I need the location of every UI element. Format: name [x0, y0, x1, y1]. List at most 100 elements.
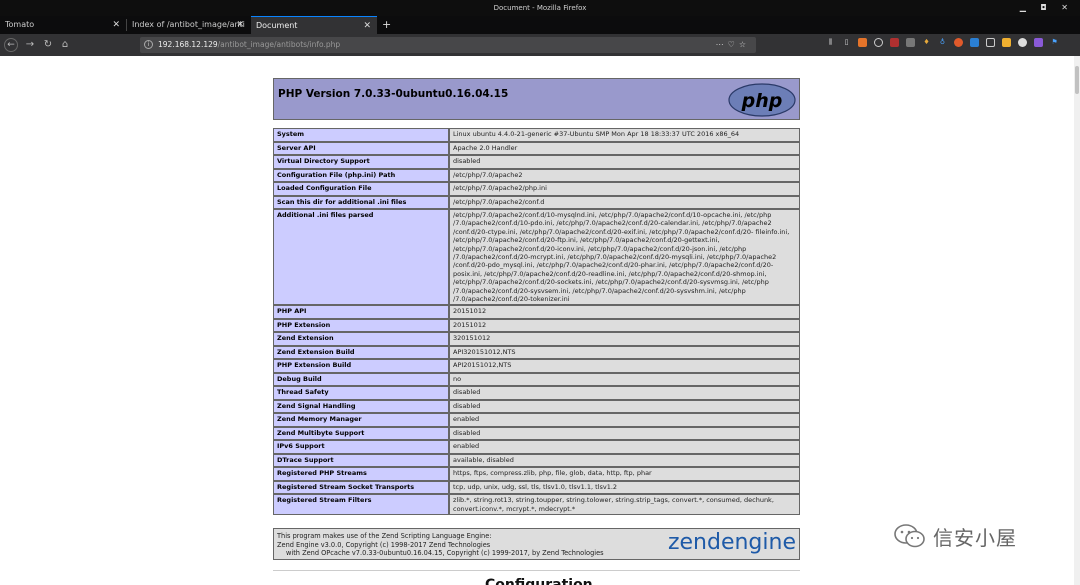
row-value: https, ftps, compress.zlib, php, file, g… — [449, 467, 800, 481]
table-row: Scan this dir for additional .ini files /… — [273, 195, 800, 209]
url-bar[interactable]: i 192.168.12.129/antibot_image/antibots/… — [140, 37, 756, 53]
table-row: Virtual Directory Support disabled — [273, 155, 800, 169]
zend-footer: This program makes use of the Zend Scrip… — [273, 528, 800, 560]
row-key: System — [273, 128, 449, 142]
extension-icon[interactable]: ♁ — [938, 38, 947, 47]
table-row: Server API Apache 2.0 Handler — [273, 141, 800, 155]
url-text[interactable]: 192.168.12.129/antibot_image/antibots/in… — [158, 37, 340, 53]
tab-index[interactable]: Index of /antibot_image/anti ✕ — [127, 16, 250, 34]
row-value: available, disabled — [449, 453, 800, 468]
row-value: /etc/php/7.0/apache2/conf.d — [449, 195, 800, 209]
tab-label: Index of /antibot_image/anti — [132, 20, 245, 29]
row-value: Apache 2.0 Handler — [449, 141, 800, 155]
zend-credit-line: with Zend OPcache v7.0.33-0ubuntu0.16.04… — [286, 549, 604, 558]
row-value: /etc/php/7.0/apache2/conf.d/10-mysqlnd.i… — [449, 209, 800, 306]
extension-icon[interactable]: ⚑ — [1050, 38, 1059, 47]
row-value: disabled — [449, 155, 800, 169]
watermark: 信安小屋 — [893, 520, 1017, 552]
table-row: Configuration File (php.ini) Path/etc/ph… — [273, 168, 800, 182]
zend-credits: This program makes use of the Zend Scrip… — [277, 532, 604, 558]
vertical-scrollbar[interactable] — [1074, 56, 1080, 585]
zend-credit-line: This program makes use of the Zend Scrip… — [277, 532, 492, 540]
extension-icon[interactable] — [874, 38, 883, 47]
tab-strip: Tomato ✕ Index of /antibot_image/anti ✕ … — [0, 16, 1080, 34]
extension-icon[interactable] — [986, 38, 995, 47]
tab-label: Tomato — [5, 20, 35, 29]
row-key: Zend Memory Manager — [273, 413, 449, 427]
row-key: PHP Extension Build — [273, 359, 449, 373]
zend-credit-line: Zend Engine v3.0.0, Copyright (c) 1998-2… — [277, 540, 491, 549]
row-value: API20151012,NTS — [449, 359, 800, 373]
back-arrow-icon[interactable]: ← — [4, 38, 18, 52]
row-key: Zend Extension Build — [273, 345, 449, 360]
table-row: Thread Safety disabled — [273, 386, 800, 400]
extension-icon[interactable] — [1034, 38, 1043, 47]
window-titlebar: Document - Mozilla Firefox ▁ ◘ ✕ — [0, 0, 1080, 16]
table-row: PHP API 20151012 — [273, 305, 800, 319]
extension-icon[interactable]: ♦ — [922, 38, 931, 47]
forward-arrow-icon[interactable]: → — [22, 37, 38, 53]
table-row: Zend Extension Build API320151012,NTS — [273, 345, 800, 360]
row-value: disabled — [449, 386, 800, 400]
table-row: Loaded Configuration File/etc/php/7.0/ap… — [273, 182, 800, 196]
sidebar-icon[interactable]: ▯ — [842, 38, 851, 47]
window-controls[interactable]: ▁ ◘ ✕ — [1020, 0, 1074, 16]
table-row: System Linux ubuntu 4.4.0-21-generic #37-… — [273, 128, 800, 142]
row-key: Zend Multibyte Support — [273, 426, 449, 441]
wechat-icon — [894, 524, 925, 548]
row-key: Server API — [273, 141, 449, 155]
reload-icon[interactable]: ↻ — [40, 37, 56, 53]
table-row: PHP Extension 20151012 — [273, 318, 800, 333]
info-icon[interactable]: i — [144, 40, 153, 49]
zend-engine-logo: zendengine — [667, 530, 796, 555]
row-value: /etc/php/7.0/apache2/php.ini — [449, 182, 800, 196]
table-row: PHP Extension Build API20151012,NTS — [273, 359, 800, 373]
toolbar-icons: ⫼ ▯ ♦ ♁ ⚑ — [826, 38, 1059, 52]
home-icon[interactable]: ⌂ — [57, 37, 73, 53]
close-tab-icon[interactable]: ✕ — [236, 16, 244, 34]
row-key: Registered PHP Streams — [273, 467, 449, 481]
watermark-text: 信安小屋 — [933, 525, 1017, 550]
row-key: PHP Extension — [273, 318, 449, 333]
tab-label: Document — [256, 21, 298, 30]
close-tab-icon[interactable]: ✕ — [363, 17, 371, 34]
table-row: Debug Build no — [273, 372, 800, 387]
table-row: Zend Extension 320151012 — [273, 332, 800, 346]
row-key: Registered Stream Filters — [273, 494, 449, 516]
library-icon[interactable]: ⫼ — [826, 38, 835, 47]
table-row: IPv6 Support enabled — [273, 440, 800, 454]
table-row: Zend Signal Handling disabled — [273, 399, 800, 414]
table-row: Registered Stream Filters zlib.*, string.… — [273, 494, 800, 516]
row-value: no — [449, 372, 800, 387]
tab-document[interactable]: Document ✕ — [251, 16, 377, 34]
row-key: Configuration File (php.ini) Path — [273, 168, 449, 182]
tab-tomato[interactable]: Tomato ✕ — [0, 16, 126, 34]
row-value: disabled — [449, 426, 800, 441]
extension-icon[interactable] — [1018, 38, 1027, 47]
extension-icon[interactable] — [890, 38, 899, 47]
row-value: enabled — [449, 440, 800, 454]
svg-text:php: php — [741, 90, 783, 112]
row-value: 320151012 — [449, 332, 800, 346]
page-content: PHP Version 7.0.33-0ubuntu0.16.04.15 php… — [0, 56, 1074, 585]
info-table: System Linux ubuntu 4.4.0-21-generic #37-… — [273, 128, 800, 516]
row-key: Additional .ini files parsed — [273, 209, 449, 306]
row-value: tcp, udp, unix, udg, ssl, tls, tlsv1.0, … — [449, 480, 800, 495]
extension-icon[interactable] — [906, 38, 915, 47]
row-value: 20151012 — [449, 318, 800, 333]
row-key: Debug Build — [273, 372, 449, 387]
page-actions-icons[interactable]: ⋯♡☆ — [716, 37, 750, 53]
extension-icon[interactable] — [954, 38, 963, 47]
table-row: DTrace Support available, disabled — [273, 453, 800, 468]
row-value: /etc/php/7.0/apache2 — [449, 168, 800, 182]
extension-icon[interactable] — [970, 38, 979, 47]
php-version-header: PHP Version 7.0.33-0ubuntu0.16.04.15 php — [273, 78, 800, 120]
scrollbar-thumb[interactable] — [1075, 66, 1079, 94]
new-tab-icon[interactable]: + — [382, 16, 391, 34]
extension-icon[interactable] — [1002, 38, 1011, 47]
row-key: Scan this dir for additional .ini files — [273, 195, 449, 209]
row-value: 20151012 — [449, 305, 800, 319]
close-tab-icon[interactable]: ✕ — [112, 16, 120, 34]
row-key: PHP API — [273, 305, 449, 319]
extension-icon[interactable] — [858, 38, 867, 47]
